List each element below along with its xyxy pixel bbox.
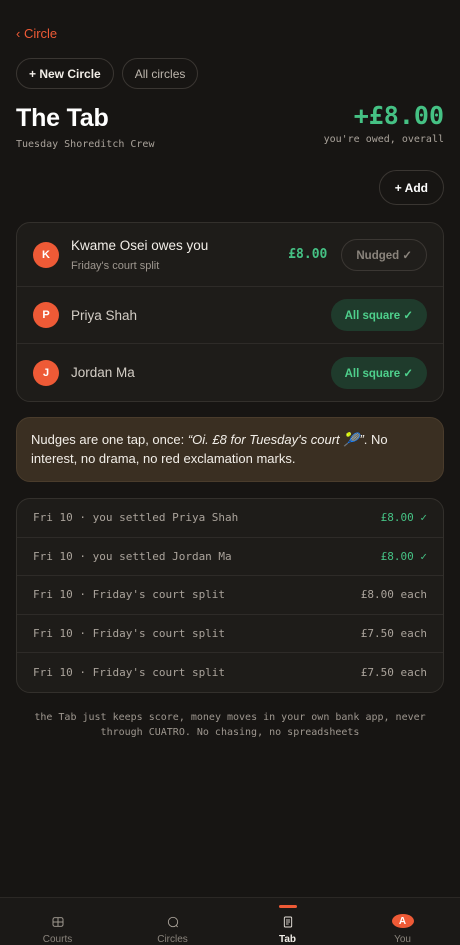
member-row[interactable]: K Kwame Osei owes you Friday's court spl… — [17, 223, 443, 287]
nudge-info-banner: Nudges are one tap, once: “Oi. £8 for Tu… — [16, 417, 444, 482]
ledger-description: Fri 10 · Friday's court split — [33, 626, 226, 640]
new-circle-button[interactable]: + New Circle — [16, 58, 114, 89]
back-link[interactable]: ‹ Circle — [16, 26, 57, 41]
total-balance: +£8.00 — [353, 101, 444, 130]
tab-circles[interactable]: Circles — [115, 898, 230, 945]
ledger-description: Fri 10 · Friday's court split — [33, 665, 226, 679]
member-row[interactable]: P Priya Shah All square ✓ — [17, 287, 443, 344]
nudged-button[interactable]: Nudged ✓ — [341, 238, 427, 271]
avatar: P — [33, 302, 59, 328]
ledger-row: Fri 10 · Friday's court split £8.00 each — [17, 576, 443, 615]
add-button[interactable]: + Add — [378, 170, 444, 205]
avatar: K — [33, 241, 59, 268]
ledger-row: Fri 10 · Friday's court split £7.50 each — [17, 653, 443, 692]
member-amount: £8.00 — [288, 247, 328, 262]
ledger-amount: £8.00 ✓ — [380, 549, 427, 563]
member-name: Jordan Ma — [71, 365, 135, 380]
member-name: Priya Shah — [71, 307, 138, 323]
page-title: The Tab — [16, 104, 109, 132]
all-square-badge: All square ✓ — [330, 356, 427, 389]
tab-label: Circles — [157, 934, 188, 945]
bottom-tab-bar: Courts Circles Tab A You — [0, 897, 460, 945]
circle-name: Tuesday Shoreditch Crew — [16, 139, 155, 150]
ledger-description: Fri 10 · Friday's court split — [33, 588, 226, 602]
ledger-row: Fri 10 · you settled Priya Shah £8.00 ✓ — [17, 499, 443, 538]
ledger-description: Fri 10 · you settled Priya Shah — [33, 511, 239, 525]
ledger-amount: £7.50 each — [360, 626, 427, 640]
member-list: K Kwame Osei owes you Friday's court spl… — [16, 222, 444, 402]
ledger-amount: £7.50 each — [360, 665, 427, 679]
tab-courts[interactable]: Courts — [0, 898, 115, 945]
notice-quote: “Oi. £8 for Tuesday's court 🎾” — [187, 432, 364, 447]
avatar: A — [391, 914, 414, 928]
footer-note: the Tab just keeps score, money moves in… — [34, 712, 426, 738]
circle-actions: + New Circle All circles — [16, 58, 199, 89]
active-tab-indicator — [278, 905, 297, 908]
tab-label: Tab — [278, 934, 297, 945]
activity-ledger: Fri 10 · you settled Priya Shah £8.00 ✓ … — [16, 498, 444, 693]
tab-tab[interactable]: Tab — [230, 898, 345, 945]
ledger-description: Fri 10 · you settled Jordan Ma — [33, 549, 232, 563]
all-circles-button[interactable]: All circles — [121, 58, 199, 89]
member-name: Kwame Osei owes you — [71, 237, 209, 253]
ledger-amount: £8.00 ✓ — [380, 511, 427, 525]
tab-label: You — [394, 934, 411, 945]
avatar: J — [33, 359, 59, 386]
total-caption: you're owed, overall — [323, 134, 444, 145]
receipt-icon — [283, 916, 292, 928]
all-square-badge: All square ✓ — [330, 299, 427, 331]
ledger-amount: £8.00 each — [360, 588, 427, 602]
ledger-row: Fri 10 · Friday's court split £7.50 each — [17, 615, 443, 653]
grid-icon — [52, 917, 63, 927]
notice-prefix: Nudges are one tap, once: — [31, 432, 188, 447]
member-note: Friday's court split — [71, 259, 160, 272]
member-row[interactable]: J Jordan Ma All square ✓ — [17, 344, 443, 401]
tab-label: Courts — [42, 934, 73, 945]
tab-you[interactable]: A You — [345, 898, 460, 945]
circle-icon — [167, 916, 178, 928]
ledger-row: Fri 10 · you settled Jordan Ma £8.00 ✓ — [17, 538, 443, 576]
